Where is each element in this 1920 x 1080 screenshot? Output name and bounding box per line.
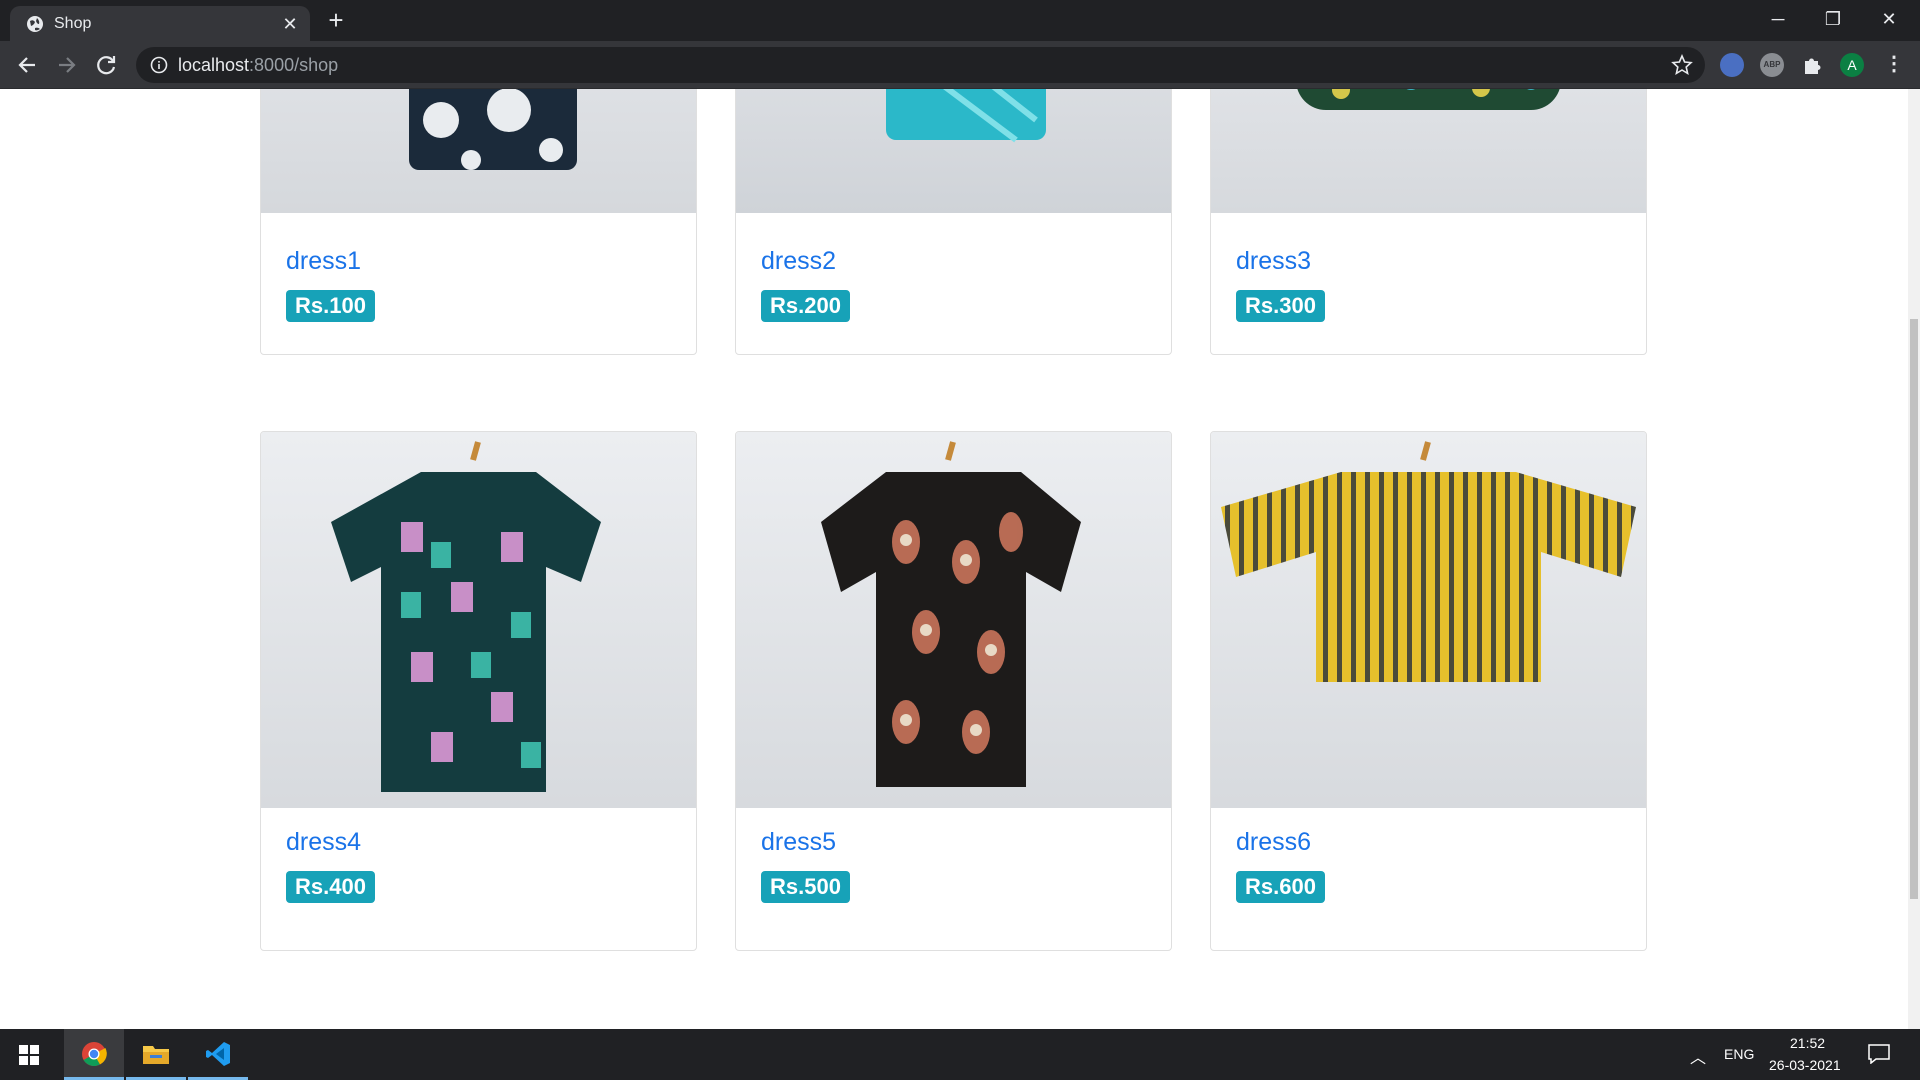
kebab-menu-icon[interactable]: ⋮ xyxy=(1882,53,1906,77)
minimize-icon[interactable]: ─ xyxy=(1755,0,1801,40)
tab-shop[interactable]: Shop ✕ xyxy=(10,6,310,41)
url-text: localhost:8000/shop xyxy=(178,55,338,76)
language-indicator[interactable]: ENG xyxy=(1724,1046,1754,1062)
shirt-image-dress4 xyxy=(331,441,601,792)
chevron-up-icon[interactable]: ︿ xyxy=(1690,1044,1706,1068)
taskbar-file-explorer[interactable] xyxy=(126,1029,186,1080)
price-badge: Rs.500 xyxy=(761,871,850,903)
shirt-image-dress5 xyxy=(821,441,1081,787)
address-bar[interactable]: localhost:8000/shop xyxy=(136,47,1705,83)
globe-icon xyxy=(27,16,43,32)
product-image[interactable] xyxy=(736,89,1171,213)
close-tab-icon[interactable]: ✕ xyxy=(280,14,300,34)
product-card: dress3 Rs.300 xyxy=(1210,89,1647,355)
product-card: dress1 Rs.100 xyxy=(260,89,697,355)
folder-icon xyxy=(143,1046,169,1064)
product-title[interactable]: dress3 xyxy=(1236,247,1311,276)
shirt-image-dress6 xyxy=(1221,441,1636,682)
tab-title: Shop xyxy=(54,15,92,32)
windows-start-icon[interactable] xyxy=(19,1045,39,1065)
url-host: localhost xyxy=(178,55,250,75)
page-viewport: dress1 Rs.100 dress2 Rs.200 dress3 Rs.30… xyxy=(0,89,1920,1029)
windows-taskbar: ︿ ENG 21:52 26-03-2021 xyxy=(0,1029,1920,1080)
new-tab-button[interactable]: + xyxy=(323,7,349,34)
shirt-image-dress2 xyxy=(886,89,1046,143)
price-badge: Rs.600 xyxy=(1236,871,1325,903)
browser-toolbar: localhost:8000/shop ABP A ⋮ xyxy=(0,41,1920,89)
product-card: dress4 Rs.400 xyxy=(260,431,697,951)
profile-avatar[interactable]: A xyxy=(1840,53,1864,77)
extension-goggles-icon[interactable] xyxy=(1720,53,1744,77)
product-image[interactable] xyxy=(1211,89,1646,213)
page-scrollbar[interactable] xyxy=(1908,89,1920,1029)
notification-icon[interactable] xyxy=(1868,1044,1890,1064)
shirt-image-dress1 xyxy=(409,89,577,170)
product-image[interactable] xyxy=(1211,432,1646,808)
forward-arrow-icon[interactable] xyxy=(53,51,81,79)
taskbar-vscode[interactable] xyxy=(188,1029,248,1080)
bookmark-star-icon[interactable] xyxy=(1671,54,1693,76)
product-image[interactable] xyxy=(261,432,696,808)
chrome-icon xyxy=(82,1042,107,1067)
scrollbar-thumb[interactable] xyxy=(1910,319,1918,899)
product-title[interactable]: dress5 xyxy=(761,828,836,857)
restore-icon[interactable]: ❐ xyxy=(1810,0,1856,40)
clock-date[interactable]: 26-03-2021 xyxy=(1769,1057,1841,1073)
product-image[interactable] xyxy=(736,432,1171,808)
product-title[interactable]: dress1 xyxy=(286,247,361,276)
puzzle-extensions-icon[interactable] xyxy=(1800,53,1824,77)
product-title[interactable]: dress6 xyxy=(1236,828,1311,857)
back-arrow-icon[interactable] xyxy=(13,51,41,79)
price-badge: Rs.400 xyxy=(286,871,375,903)
vscode-icon xyxy=(206,1042,230,1066)
url-path: :8000/shop xyxy=(249,55,339,75)
adblock-icon[interactable]: ABP xyxy=(1760,53,1784,77)
info-icon[interactable] xyxy=(150,56,168,74)
price-badge: Rs.200 xyxy=(761,290,850,322)
product-image[interactable] xyxy=(261,89,696,213)
product-card: dress6 Rs.600 xyxy=(1210,431,1647,951)
close-window-icon[interactable]: ✕ xyxy=(1866,0,1912,40)
reload-icon[interactable] xyxy=(93,51,121,79)
price-badge: Rs.300 xyxy=(1236,290,1325,322)
price-badge: Rs.100 xyxy=(286,290,375,322)
product-title[interactable]: dress4 xyxy=(286,828,361,857)
product-card: dress5 Rs.500 xyxy=(735,431,1172,951)
taskbar-chrome[interactable] xyxy=(64,1029,124,1080)
shirt-image-dress3 xyxy=(1297,89,1560,110)
clock-time[interactable]: 21:52 xyxy=(1790,1035,1825,1051)
product-card: dress2 Rs.200 xyxy=(735,89,1172,355)
tab-strip: Shop ✕ + ─ ❐ ✕ xyxy=(0,0,1920,41)
product-title[interactable]: dress2 xyxy=(761,247,836,276)
